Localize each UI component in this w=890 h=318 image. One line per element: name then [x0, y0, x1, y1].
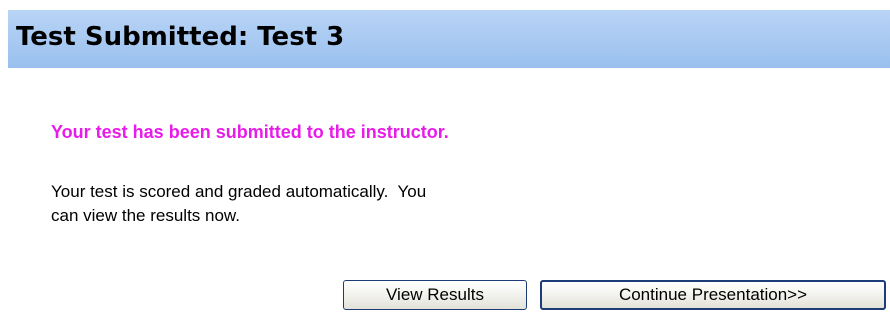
grading-info-line-1: Your test is scored and graded automatic…	[51, 182, 427, 201]
grading-info-line-2: can view the results now.	[51, 206, 240, 225]
title-bar: Test Submitted: Test 3	[8, 10, 890, 68]
grading-info: Your test is scored and graded automatic…	[51, 180, 551, 228]
page: Test Submitted: Test 3 Your test has bee…	[0, 0, 890, 318]
submission-confirmation: Your test has been submitted to the inst…	[51, 122, 449, 142]
continue-presentation-button[interactable]: Continue Presentation>>	[540, 280, 886, 310]
view-results-button[interactable]: View Results	[343, 280, 527, 310]
page-title: Test Submitted: Test 3	[16, 22, 345, 52]
